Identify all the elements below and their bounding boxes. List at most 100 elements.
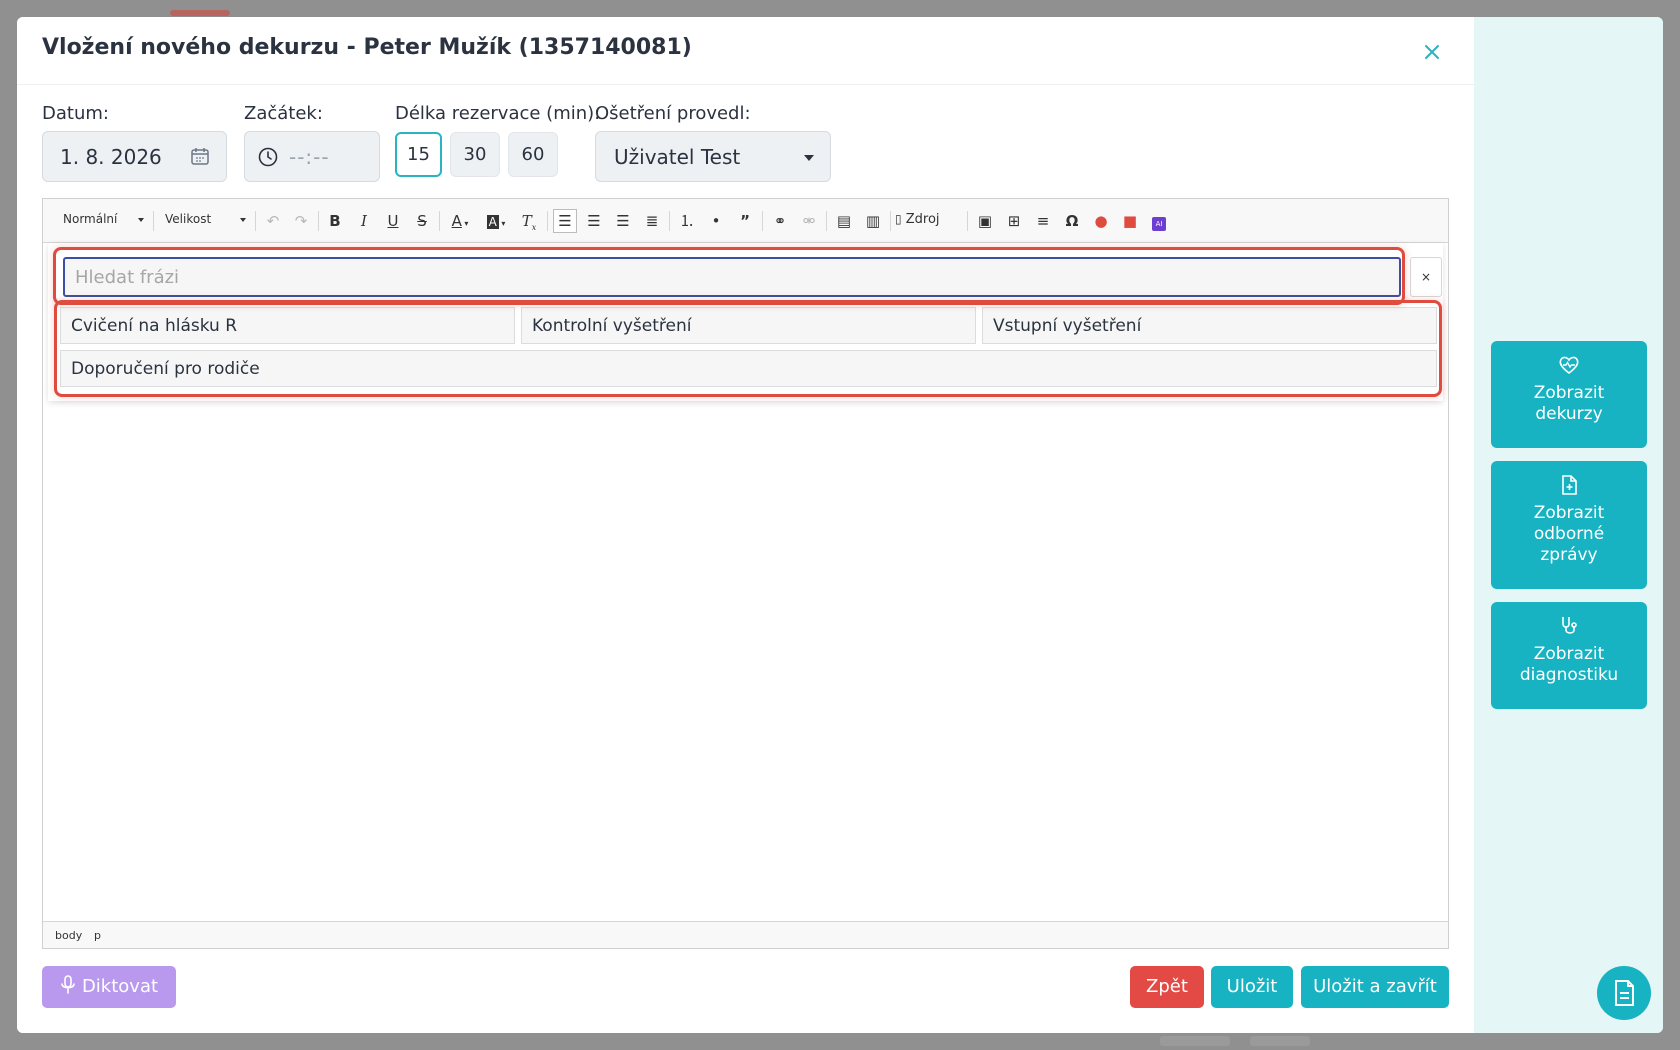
show-reports-label: Zobrazit odborné zprávy (1533, 503, 1605, 565)
toolbar-separator (153, 211, 154, 231)
back-button[interactable]: Zpět (1130, 966, 1204, 1008)
performed-by-value: Uživatel Test (614, 145, 741, 169)
duration-option-30[interactable]: 30 (450, 132, 500, 177)
show-diagnostics-label: Zobrazit diagnostiku (1519, 644, 1619, 685)
align-left-button[interactable]: ☰ (553, 209, 577, 233)
document-red-icon: ■ (1122, 212, 1138, 230)
underline-button[interactable]: U (381, 209, 405, 233)
comment-button[interactable]: ● (1089, 209, 1113, 233)
chevron-down-icon (804, 155, 814, 161)
modal-main: Vložení nového dekurzu - Peter Mužík (13… (17, 17, 1474, 1033)
editor-path-bar: body p (43, 921, 1448, 948)
save-button[interactable]: Uložit (1211, 966, 1293, 1008)
phrase-item[interactable]: Kontrolní vyšetření (521, 307, 976, 344)
italic-button[interactable]: I (352, 209, 376, 233)
text-color-button[interactable]: A ▾ (445, 209, 475, 233)
strikethrough-button[interactable]: S (410, 209, 434, 233)
speech-bubble-icon: ● (1094, 212, 1108, 230)
align-center-button[interactable]: ☰ (582, 209, 606, 233)
performed-by-label: Ošetření provedl: (595, 103, 751, 124)
backdrop-decoration (170, 10, 230, 16)
blockquote-button[interactable]: ” (733, 209, 757, 233)
source-button[interactable]: ▯ Zdroj (895, 212, 940, 227)
date-label: Datum: (42, 103, 109, 124)
phrase-search-input[interactable] (63, 257, 1401, 297)
phrase-item[interactable]: Vstupní vyšetření (982, 307, 1437, 344)
show-records-button[interactable]: Zobrazit dekurzy (1491, 341, 1647, 448)
align-justify-button[interactable]: ≣ (640, 209, 664, 233)
redo-button[interactable]: ↷ (289, 209, 313, 233)
document-icon (1615, 980, 1634, 1006)
calendar-icon[interactable] (190, 146, 210, 166)
date-field[interactable]: 1. 8. 2026 (42, 131, 227, 182)
dictate-label: Diktovat (81, 976, 159, 997)
background-color-button[interactable]: A ▾ (481, 209, 511, 233)
link-button[interactable]: ⚭ (768, 209, 792, 233)
insert-image-button[interactable]: ▣ (973, 209, 997, 233)
show-records-label: Zobrazit dekurzy (1533, 383, 1605, 424)
bold-button[interactable]: B (323, 209, 347, 233)
microphone-icon (61, 975, 75, 994)
phrase-clear-button[interactable]: × (1410, 257, 1442, 297)
source-label: Zdroj (905, 212, 940, 227)
insert-table-button[interactable]: ⊞ (1002, 209, 1026, 233)
toolbar-separator (318, 211, 319, 231)
strikethrough-icon: S (417, 212, 427, 230)
bullet-list-button[interactable]: • (704, 209, 728, 233)
size-dropdown-label: Velikost (165, 212, 212, 226)
format-dropdown[interactable]: Normální (63, 212, 145, 226)
path-element-p[interactable]: p (94, 929, 101, 942)
start-label: Začátek: (244, 103, 323, 124)
notes-fab-button[interactable] (1597, 966, 1651, 1020)
numbered-list-button[interactable]: ⒈ (675, 209, 699, 233)
stethoscope-icon (1562, 617, 1577, 634)
duration-option-60[interactable]: 60 (508, 132, 558, 177)
align-right-button[interactable]: ☰ (611, 209, 635, 233)
toolbar-separator (439, 211, 440, 231)
duration-option-15[interactable]: 15 (395, 132, 442, 177)
toolbar-separator (547, 211, 548, 231)
show-reports-button[interactable]: Zobrazit odborné zprávy (1491, 461, 1647, 589)
paste-word-button[interactable]: ▥ (861, 209, 885, 233)
clock-icon (258, 147, 278, 167)
underline-icon: U (387, 212, 399, 230)
link-icon: ⚭ (773, 212, 787, 230)
template-button[interactable]: ■ (1118, 209, 1142, 233)
start-time-field[interactable]: --:-- (244, 131, 380, 182)
new-record-modal: Vložení nového dekurzu - Peter Mužík (13… (17, 17, 1663, 1033)
text-color-icon: A (451, 212, 462, 230)
align-center-icon: ☰ (587, 212, 601, 230)
toolbar-separator (669, 211, 670, 231)
unlink-button[interactable]: ⚮ (797, 209, 821, 233)
show-diagnostics-button[interactable]: Zobrazit diagnostiku (1491, 602, 1647, 709)
backdrop-decoration (1160, 1036, 1230, 1046)
backdrop-decoration (1250, 1036, 1310, 1046)
phrase-item[interactable]: Doporučení pro rodiče (60, 350, 1437, 387)
close-button[interactable] (1419, 39, 1445, 65)
close-icon: × (1420, 270, 1432, 284)
toolbar-separator (255, 211, 256, 231)
toolbar-separator (762, 211, 763, 231)
paste-text-button[interactable]: ▤ (832, 209, 856, 233)
side-panel: Zobrazit dekurzy Zobrazit odborné zprávy… (1474, 17, 1663, 1033)
save-and-close-button[interactable]: Uložit a zavřít (1301, 966, 1449, 1008)
horizontal-line-icon: ≡ (1036, 212, 1050, 230)
dictate-button[interactable]: Diktovat (42, 966, 176, 1008)
ai-button[interactable]: AI (1147, 209, 1171, 233)
paste-word-icon: ▥ (865, 212, 881, 230)
remove-format-button[interactable]: Tx (517, 209, 541, 233)
undo-button[interactable]: ↶ (261, 209, 285, 233)
numbered-list-icon: ⒈ (679, 212, 695, 230)
source-icon: ▯ (895, 212, 902, 226)
modal-title: Vložení nového dekurzu - Peter Mužík (13… (42, 35, 692, 60)
format-dropdown-label: Normální (63, 212, 118, 226)
duration-label: Délka rezervace (min): (395, 103, 601, 124)
align-justify-icon: ≣ (645, 212, 659, 230)
path-element-body[interactable]: body (55, 929, 82, 942)
performed-by-select[interactable]: Uživatel Test (595, 131, 831, 182)
special-char-button[interactable]: Ω (1060, 209, 1084, 233)
bold-icon: B (329, 212, 341, 230)
phrase-item[interactable]: Cvičení na hlásku R (60, 307, 515, 344)
size-dropdown[interactable]: Velikost (165, 212, 247, 226)
horizontal-line-button[interactable]: ≡ (1031, 209, 1055, 233)
